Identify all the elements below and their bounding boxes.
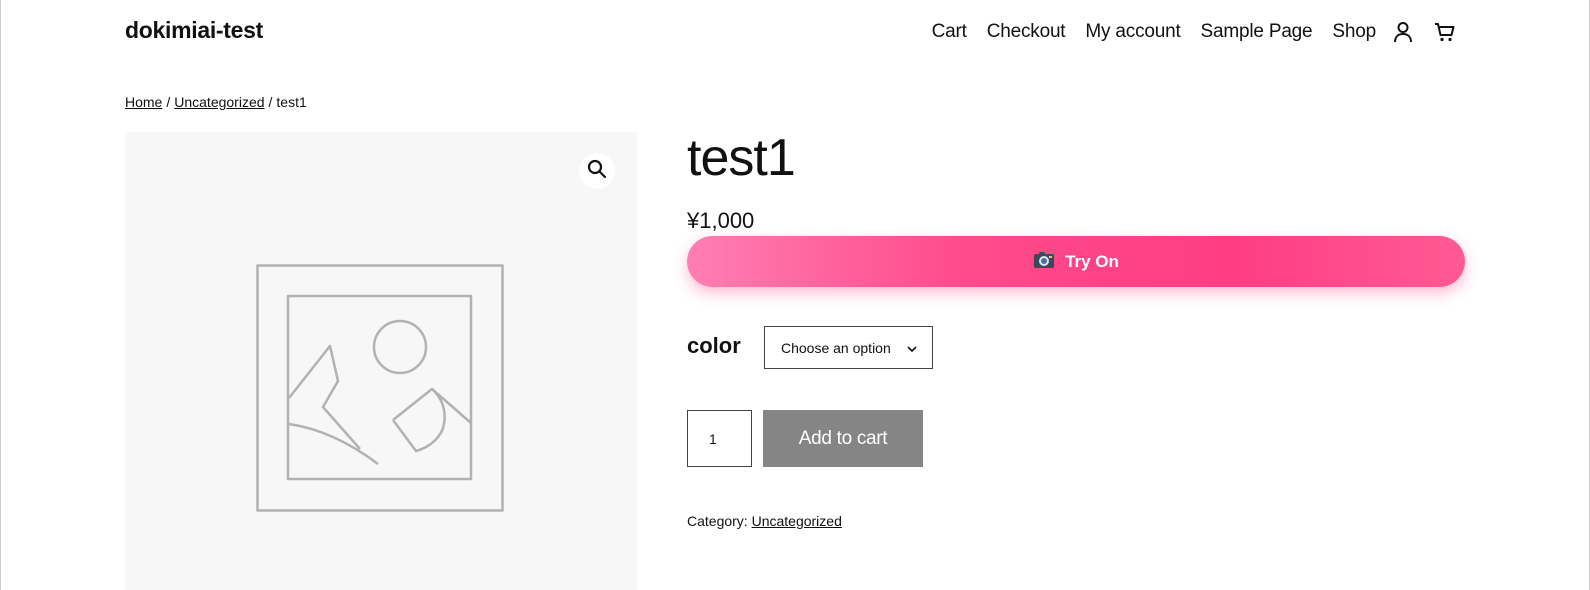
color-select-value: Choose an option: [781, 339, 891, 356]
zoom-button[interactable]: [579, 153, 615, 189]
chevron-down-icon: [906, 342, 918, 358]
breadcrumb-home-link[interactable]: Home: [125, 94, 162, 110]
variation-label-color: color: [687, 333, 741, 358]
site-title[interactable]: dokimiai-test: [125, 17, 263, 44]
try-on-label: Try On: [1065, 251, 1119, 271]
breadcrumb-current: test1: [276, 94, 307, 110]
product-summary: test1 ¥1,000 Try On color Choose an opti…: [687, 0, 1465, 590]
breadcrumb-category-link[interactable]: Uncategorized: [174, 94, 264, 110]
quantity-input[interactable]: 1: [687, 410, 752, 467]
image-placeholder-icon: [256, 264, 506, 519]
product-gallery: [125, 132, 637, 590]
try-on-button[interactable]: Try On: [687, 236, 1465, 287]
product-price: ¥1,000: [687, 208, 755, 233]
breadcrumb-separator: /: [166, 94, 171, 110]
product-title: test1: [687, 129, 796, 187]
product-meta: Category: Uncategorized: [687, 513, 842, 529]
camera-icon: [1033, 251, 1055, 272]
add-to-cart-button[interactable]: Add to cart: [763, 410, 923, 467]
breadcrumb: Home / Uncategorized / test1: [125, 94, 307, 110]
magnifier-icon: [587, 159, 607, 184]
category-label: Category:: [687, 513, 748, 529]
breadcrumb-separator: /: [268, 94, 273, 110]
color-select[interactable]: Choose an option: [764, 326, 933, 369]
category-link[interactable]: Uncategorized: [752, 513, 842, 529]
